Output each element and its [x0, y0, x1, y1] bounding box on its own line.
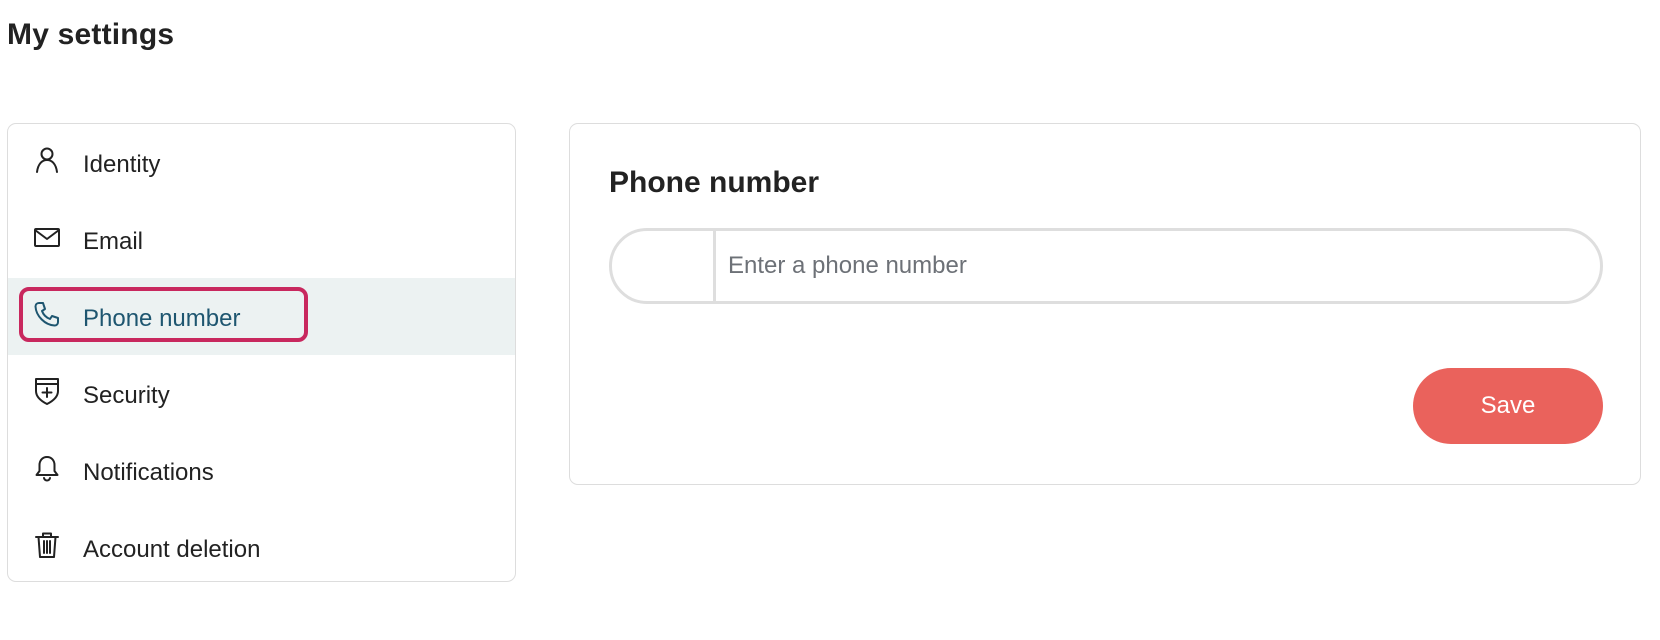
trash-icon	[33, 531, 61, 559]
sidebar-item-account-deletion[interactable]: Account deletion	[8, 509, 515, 581]
save-button[interactable]: Save	[1413, 368, 1603, 444]
sidebar-item-label: Account deletion	[83, 536, 261, 563]
person-icon	[33, 146, 61, 174]
page-title: My settings	[7, 18, 175, 51]
sidebar-item-label: Notifications	[83, 459, 214, 486]
envelope-icon	[33, 223, 61, 251]
sidebar-item-label: Identity	[83, 151, 161, 178]
bell-icon	[33, 454, 61, 482]
sidebar-item-label: Security	[83, 382, 170, 409]
sidebar-item-phone-number[interactable]: Phone number	[8, 278, 515, 355]
sidebar-item-identity[interactable]: Identity	[8, 124, 515, 201]
sidebar-item-email[interactable]: Email	[8, 201, 515, 278]
shield-plus-icon	[33, 377, 61, 405]
phone-number-panel: Phone number Save	[569, 123, 1641, 485]
panel-title: Phone number	[609, 166, 820, 199]
country-code-selector[interactable]	[612, 231, 716, 301]
phone-icon	[33, 300, 61, 328]
sidebar-item-label: Email	[83, 228, 144, 255]
phone-input[interactable]	[716, 231, 1600, 301]
phone-field	[609, 228, 1603, 304]
sidebar-item-security[interactable]: Security	[8, 355, 515, 432]
sidebar-item-notifications[interactable]: Notifications	[8, 432, 515, 509]
settings-sidebar: Identity Email Phone number Security Not…	[7, 123, 516, 582]
sidebar-item-label: Phone number	[83, 305, 241, 332]
